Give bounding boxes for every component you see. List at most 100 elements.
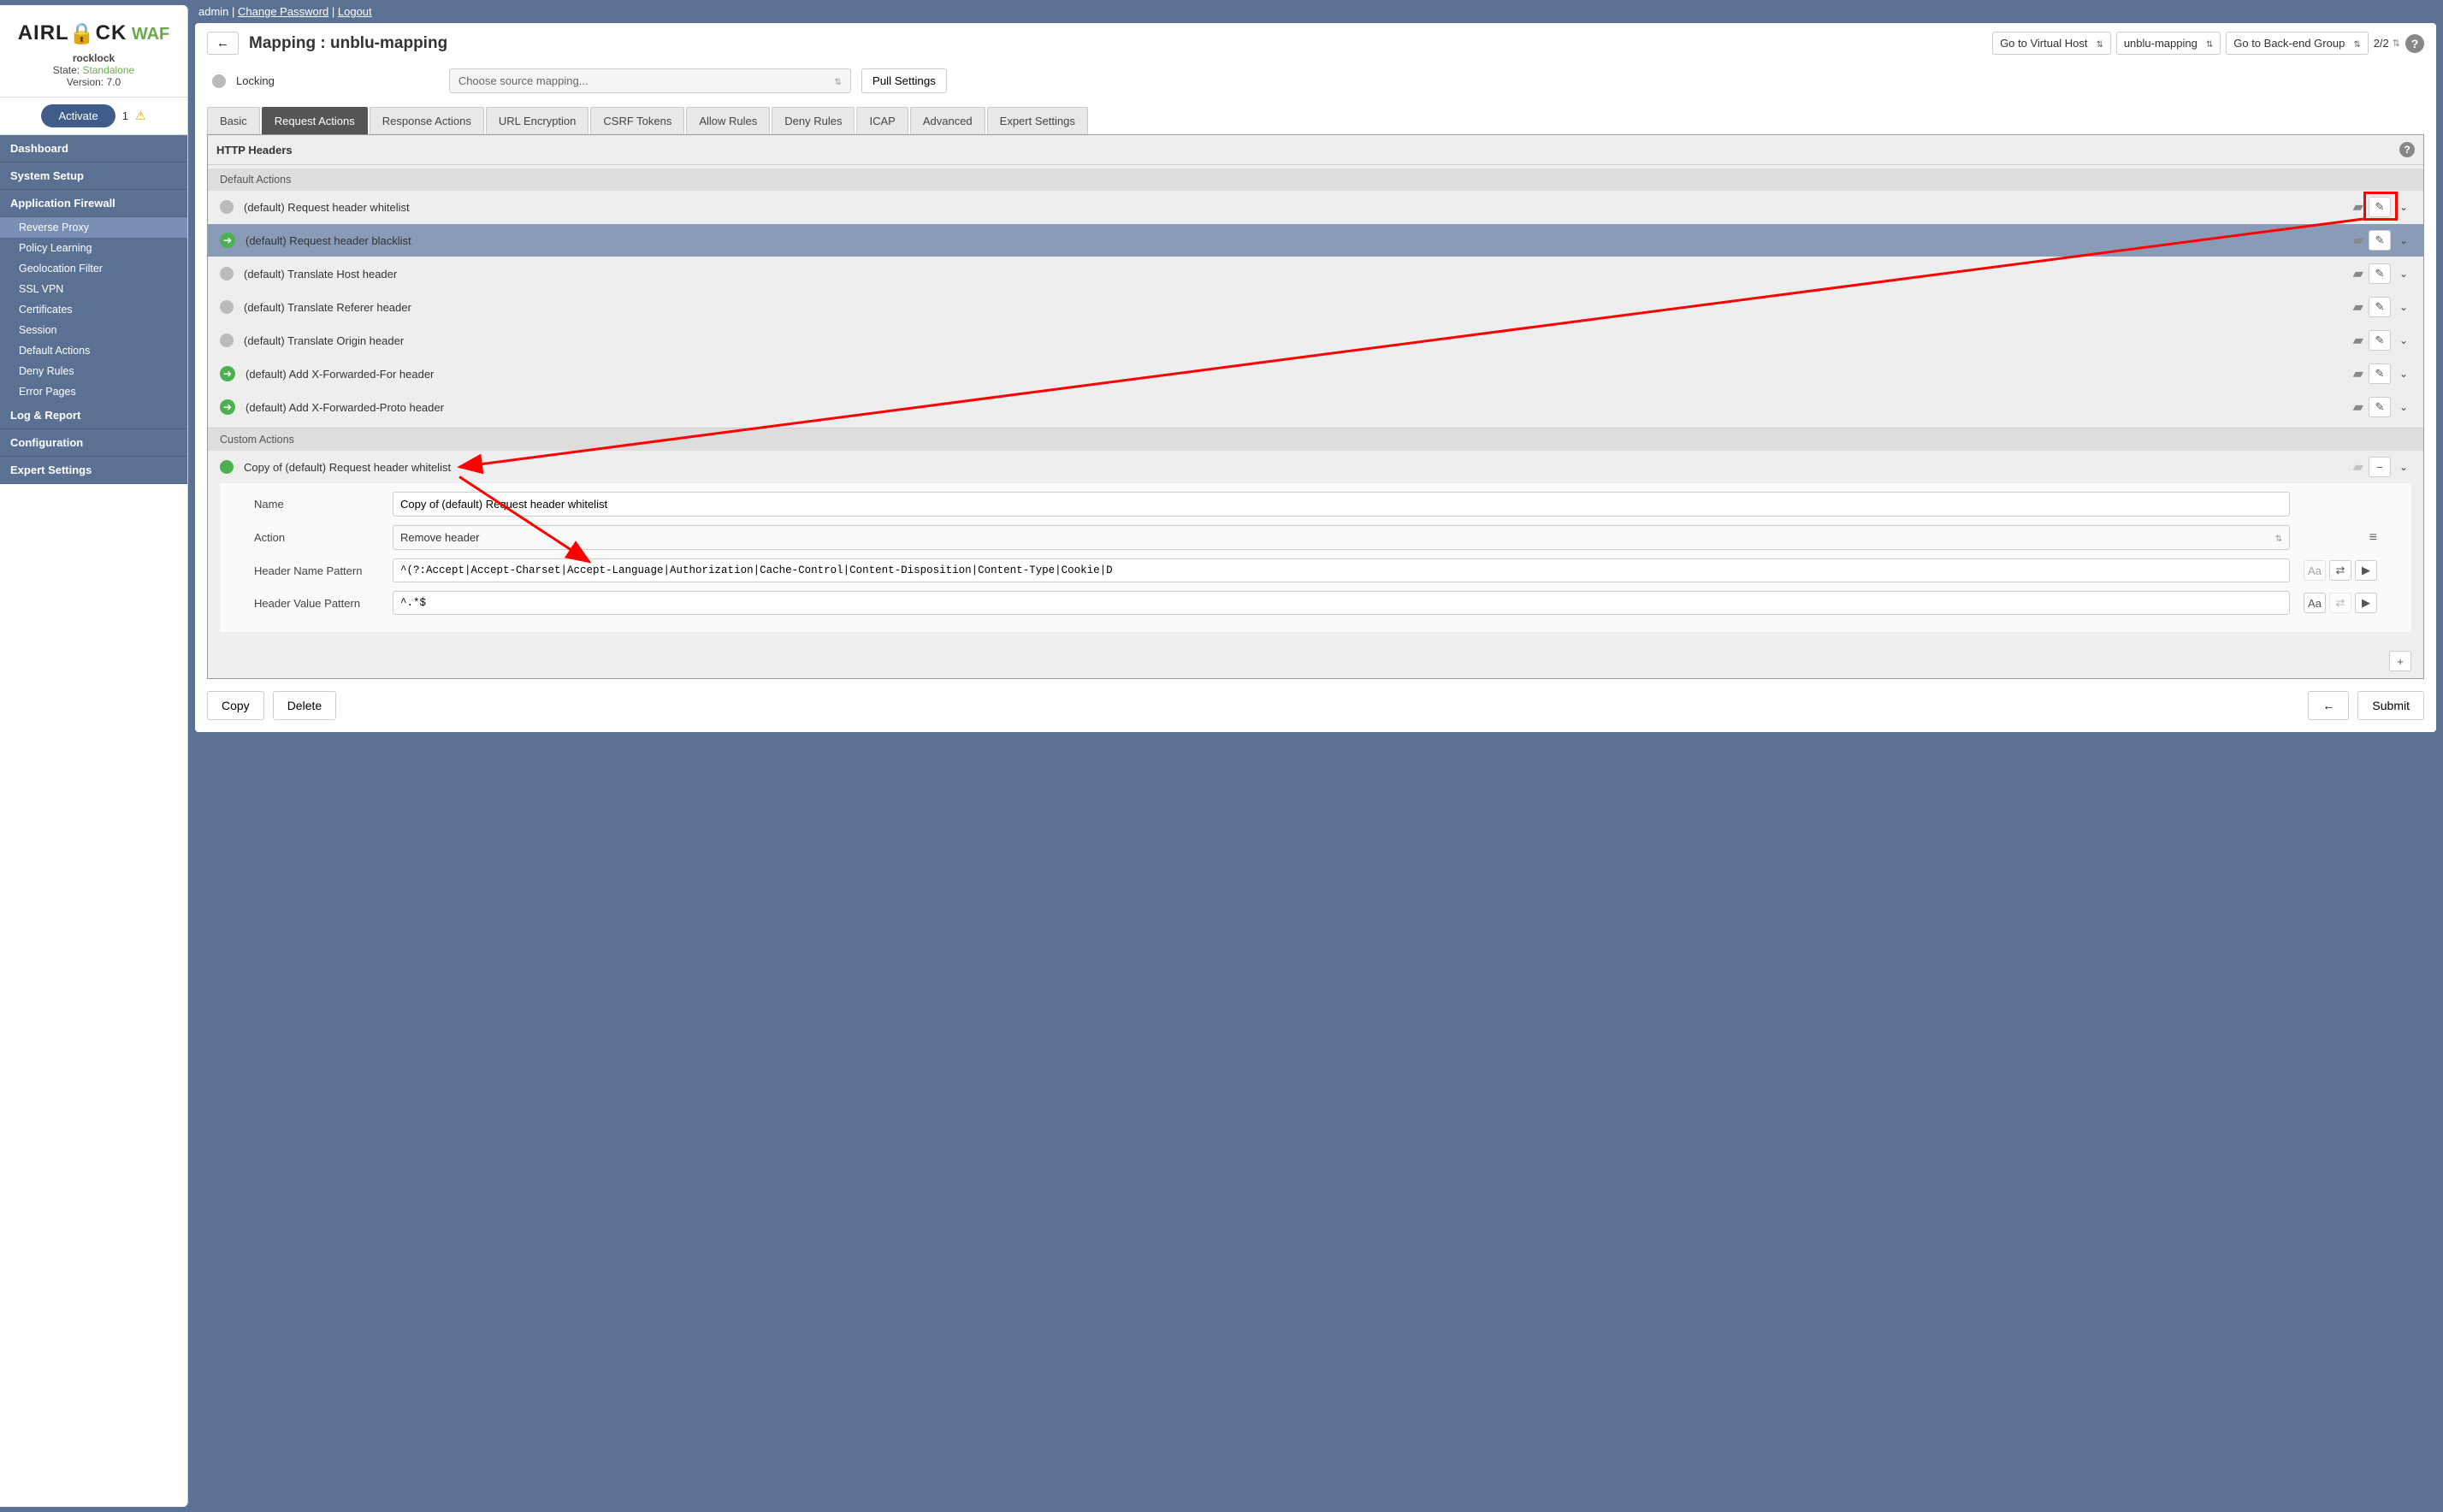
nav-section[interactable]: Expert Settings (0, 457, 187, 484)
add-action-button[interactable]: + (2389, 651, 2411, 671)
comment-icon[interactable]: ▰ (2353, 332, 2363, 349)
tab-expert-settings[interactable]: Expert Settings (987, 107, 1088, 134)
locking-source-select[interactable]: Choose source mapping... (449, 68, 851, 93)
nav-item[interactable]: SSL VPN (0, 279, 187, 299)
copy-button[interactable]: Copy (207, 691, 264, 720)
submit-button[interactable]: Submit (2357, 691, 2424, 720)
host-info: rocklock State: Standalone Version: 7.0 (0, 52, 187, 97)
tab-url-encryption[interactable]: URL Encryption (486, 107, 589, 134)
edit-button[interactable]: ✎ (2369, 363, 2391, 384)
tab-csrf-tokens[interactable]: CSRF Tokens (590, 107, 684, 134)
status-icon (220, 200, 234, 214)
pull-settings-button[interactable]: Pull Settings (861, 68, 947, 93)
tab-request-actions[interactable]: Request Actions (262, 107, 368, 134)
expand-toggle[interactable]: ⌄ (2396, 401, 2411, 413)
expand-toggle[interactable]: ⌄ (2396, 268, 2411, 280)
nav-item[interactable]: Geolocation Filter (0, 258, 187, 279)
row-label: (default) Request header whitelist (244, 201, 410, 214)
tab-allow-rules[interactable]: Allow Rules (686, 107, 770, 134)
status-icon (220, 267, 234, 281)
status-icon: ➔ (220, 366, 235, 381)
nav-section[interactable]: Configuration (0, 429, 187, 457)
mapping-select[interactable]: unblu-mapping (2116, 32, 2221, 55)
nav-item[interactable]: Error Pages (0, 381, 187, 402)
back-button[interactable]: ← (207, 32, 239, 55)
backend-group-select[interactable]: Go to Back-end Group (2226, 32, 2368, 55)
collapse-toggle[interactable]: ⌄ (2396, 461, 2411, 473)
nav-item[interactable]: Default Actions (0, 340, 187, 361)
tab-deny-rules[interactable]: Deny Rules (772, 107, 855, 134)
default-action-row: (default) Translate Host header▰✎⌄ (208, 257, 2423, 291)
topbar: admin | Change Password | Logout (188, 0, 2443, 23)
edit-button[interactable]: ✎ (2369, 197, 2391, 217)
invert-button[interactable]: ⇄ (2329, 560, 2351, 581)
tab-advanced[interactable]: Advanced (910, 107, 985, 134)
invert-button[interactable]: ⇄ (2329, 593, 2351, 613)
tab-icap[interactable]: ICAP (856, 107, 908, 134)
tab-response-actions[interactable]: Response Actions (370, 107, 484, 134)
test-button[interactable]: ▶ (2355, 593, 2377, 613)
tabs: BasicRequest ActionsResponse ActionsURL … (207, 107, 2424, 134)
comment-icon[interactable]: ▰ (2353, 298, 2363, 316)
change-password-link[interactable]: Change Password (238, 5, 328, 18)
expand-toggle[interactable]: ⌄ (2396, 368, 2411, 380)
comment-icon[interactable]: ▰ (2353, 265, 2363, 282)
comment-icon[interactable]: ▰ (2353, 198, 2363, 216)
edit-button[interactable]: ✎ (2369, 297, 2391, 317)
header-name-pattern-label: Header Name Pattern (254, 564, 382, 577)
http-headers-panel: HTTP Headers ? Default Actions (default)… (207, 134, 2424, 679)
activate-button[interactable]: Activate (41, 104, 115, 127)
expand-toggle[interactable]: ⌄ (2396, 234, 2411, 246)
comment-icon: ▰ (2353, 458, 2363, 475)
delete-button[interactable]: Delete (273, 691, 336, 720)
default-actions-header: Default Actions (208, 168, 2423, 191)
action-select[interactable]: Remove header (393, 525, 2290, 550)
edit-button[interactable]: ✎ (2369, 397, 2391, 417)
case-toggle-button[interactable]: Aa (2304, 593, 2326, 613)
logo: AIRL🔒CK WAF (0, 5, 187, 52)
nav-item[interactable]: Session (0, 320, 187, 340)
edit-button[interactable]: ✎ (2369, 263, 2391, 284)
menu-icon[interactable]: ≡ (2300, 530, 2377, 546)
expand-toggle[interactable]: ⌄ (2396, 334, 2411, 346)
help-icon[interactable]: ? (2405, 34, 2424, 53)
sidebar: AIRL🔒CK WAF rocklock State: Standalone V… (0, 5, 188, 1507)
pager: 2/2⇅ (2374, 37, 2400, 50)
edit-button[interactable]: ✎ (2369, 230, 2391, 251)
remove-button[interactable]: − (2369, 457, 2391, 477)
nav-section[interactable]: Dashboard (0, 135, 187, 162)
comment-icon[interactable]: ▰ (2353, 365, 2363, 382)
logout-link[interactable]: Logout (338, 5, 372, 18)
comment-icon[interactable]: ▰ (2353, 232, 2363, 249)
custom-row-label: Copy of (default) Request header whiteli… (244, 461, 451, 474)
row-label: (default) Add X-Forwarded-For header (245, 368, 434, 381)
nav-section[interactable]: Application Firewall (0, 190, 187, 217)
tab-basic[interactable]: Basic (207, 107, 260, 134)
comment-icon[interactable]: ▰ (2353, 399, 2363, 416)
row-label: (default) Add X-Forwarded-Proto header (245, 401, 444, 414)
edit-button[interactable]: ✎ (2369, 330, 2391, 351)
header-value-pattern-input[interactable] (393, 591, 2290, 615)
prev-button[interactable]: ← (2308, 691, 2349, 720)
row-label: (default) Request header blacklist (245, 234, 411, 247)
header-name-pattern-input[interactable] (393, 558, 2290, 582)
name-input[interactable] (393, 492, 2290, 517)
panel-help-icon[interactable]: ? (2399, 142, 2415, 157)
host-state: Standalone (82, 64, 134, 76)
virtual-host-select[interactable]: Go to Virtual Host (1992, 32, 2111, 55)
pager-updown-icon[interactable]: ⇅ (2393, 38, 2400, 49)
test-button[interactable]: ▶ (2355, 560, 2377, 581)
nav-item[interactable]: Reverse Proxy (0, 217, 187, 238)
nav-item[interactable]: Policy Learning (0, 238, 187, 258)
host-name: rocklock (0, 52, 187, 64)
action-label: Action (254, 531, 382, 544)
expand-toggle[interactable]: ⌄ (2396, 301, 2411, 313)
nav-section[interactable]: Log & Report (0, 402, 187, 429)
nav: DashboardSystem SetupApplication Firewal… (0, 135, 187, 484)
nav-section[interactable]: System Setup (0, 162, 187, 190)
nav-item[interactable]: Deny Rules (0, 361, 187, 381)
expand-toggle[interactable]: ⌄ (2396, 201, 2411, 213)
nav-item[interactable]: Certificates (0, 299, 187, 320)
case-toggle-button[interactable]: Aa (2304, 560, 2326, 581)
warning-icon: ⚠ (135, 109, 146, 123)
